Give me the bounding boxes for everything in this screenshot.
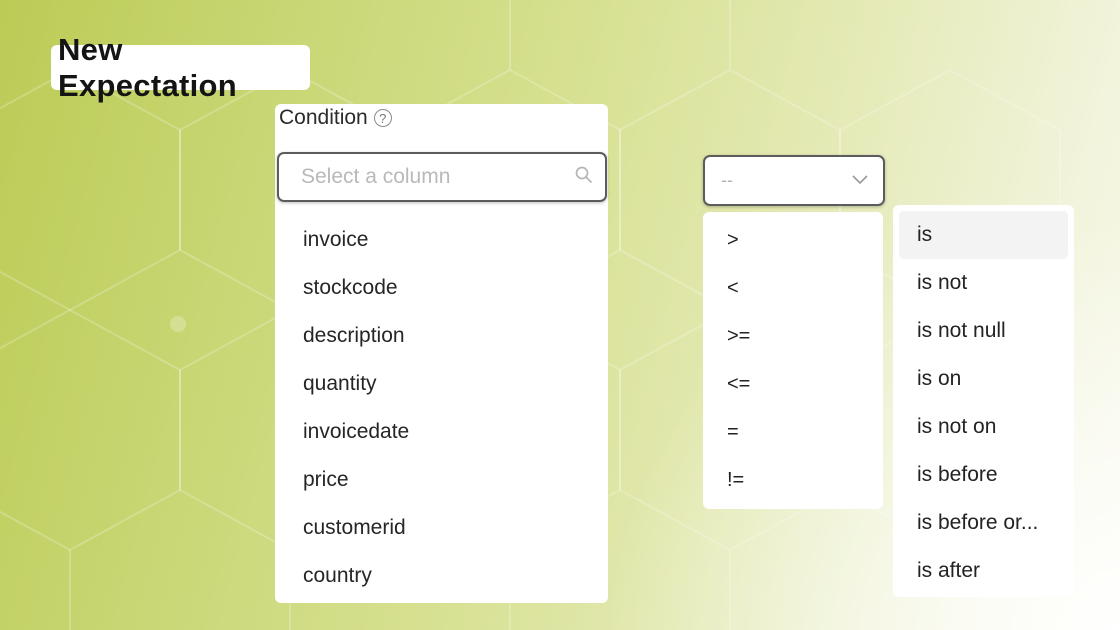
chevron-down-icon	[851, 170, 869, 191]
condition-panel: Condition ? invoice stockcode descriptio…	[275, 104, 608, 603]
column-search-field[interactable]	[277, 152, 607, 202]
operator-option[interactable]: <	[703, 260, 883, 308]
comparator-option[interactable]: is before	[899, 451, 1068, 499]
column-search-input[interactable]	[299, 164, 574, 190]
comparator-option[interactable]: is after	[899, 547, 1068, 595]
operator-selected-value: --	[721, 170, 733, 190]
operator-option[interactable]: =	[703, 404, 883, 452]
condition-label-text: Condition	[279, 106, 368, 129]
comparator-option[interactable]: is before or...	[899, 499, 1068, 547]
question-circle-icon[interactable]: ?	[373, 109, 392, 127]
operator-option[interactable]: >=	[703, 308, 883, 356]
column-option[interactable]: description	[275, 312, 608, 360]
operator-option[interactable]: <=	[703, 356, 883, 404]
operator-options-list: > < >= <= = !=	[703, 212, 883, 509]
column-options-list: invoice stockcode description quantity i…	[275, 216, 608, 600]
comparator-option[interactable]: is not on	[899, 403, 1068, 451]
column-option[interactable]: country	[275, 552, 608, 600]
column-option[interactable]: price	[275, 456, 608, 504]
page-title-text: New Expectation	[58, 31, 238, 103]
operator-option[interactable]: !=	[703, 452, 883, 500]
comparator-option[interactable]: is not	[899, 259, 1068, 307]
column-option[interactable]: invoicedate	[275, 408, 608, 456]
column-option[interactable]: stockcode	[275, 264, 608, 312]
column-option[interactable]: customerid	[275, 504, 608, 552]
operator-select[interactable]: --	[703, 155, 885, 206]
condition-label: Condition ?	[279, 106, 392, 130]
comparator-options-list: is is not is not null is on is not on is…	[893, 205, 1074, 597]
column-option[interactable]: quantity	[275, 360, 608, 408]
page-title: New Expectation	[51, 32, 310, 103]
column-option[interactable]: invoice	[275, 216, 608, 264]
comparator-option[interactable]: is on	[899, 355, 1068, 403]
comparator-option-highlighted[interactable]: is	[899, 211, 1068, 259]
operator-option[interactable]: >	[703, 212, 883, 260]
comparator-option[interactable]: is not null	[899, 307, 1068, 355]
search-icon	[574, 165, 594, 190]
